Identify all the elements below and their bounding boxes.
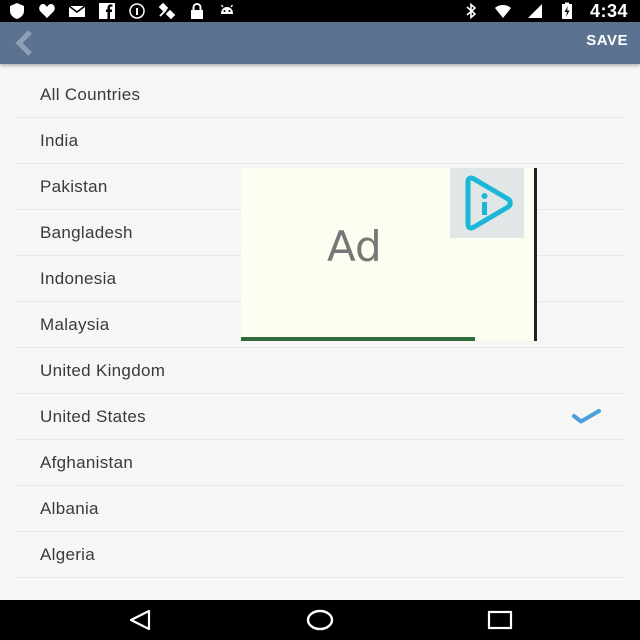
info-circle-icon	[129, 3, 145, 19]
ad-label: Ad	[327, 222, 382, 271]
home-circle-icon	[306, 609, 334, 631]
back-button[interactable]	[10, 28, 40, 58]
country-label: Indonesia	[40, 269, 117, 288]
facebook-icon	[99, 3, 115, 19]
list-item[interactable]: United Kingdom	[16, 348, 624, 394]
shield-icon	[10, 3, 24, 19]
country-label: All Countries	[40, 85, 141, 104]
checkmark-icon	[572, 409, 601, 424]
ad-info-button[interactable]	[450, 168, 524, 238]
list-item[interactable]: Albania	[16, 486, 624, 532]
country-label: Pakistan	[40, 177, 108, 196]
country-label: Algeria	[40, 545, 96, 564]
list-item[interactable]: India	[16, 118, 624, 164]
notification-icons	[8, 0, 236, 22]
android-icon	[220, 4, 234, 14]
nav-home-button[interactable]	[300, 606, 340, 634]
ad-progress-line	[241, 337, 475, 341]
country-label: Afghanistan	[40, 453, 134, 472]
mail-icon	[68, 5, 86, 17]
bluetooth-icon	[466, 2, 477, 20]
recents-square-icon	[487, 610, 513, 630]
nav-recents-button[interactable]	[480, 606, 520, 634]
system-icons: 4:34	[462, 0, 628, 22]
signal-icon	[527, 4, 542, 18]
clock: 4:34	[589, 0, 628, 21]
ad-banner[interactable]: Ad	[241, 168, 537, 341]
action-bar: SAVE	[0, 22, 640, 64]
nav-back-button[interactable]	[120, 606, 160, 634]
satellite-icon	[158, 2, 176, 20]
status-bar: 4:34	[0, 0, 640, 22]
wifi-icon	[494, 5, 511, 18]
battery-icon	[561, 2, 572, 19]
save-button[interactable]: SAVE	[586, 32, 628, 49]
country-label: United States	[40, 407, 146, 426]
list-item[interactable]: All Countries	[16, 72, 624, 118]
heart-icon	[39, 4, 55, 18]
chevron-left-icon	[15, 30, 32, 56]
lock-icon	[191, 2, 203, 19]
list-item[interactable]: Afghanistan	[16, 440, 624, 486]
country-label: Albania	[40, 499, 99, 518]
list-item-selected[interactable]: United States	[16, 394, 624, 440]
country-label: United Kingdom	[40, 361, 166, 380]
back-triangle-icon	[129, 609, 151, 631]
country-label: Bangladesh	[40, 223, 133, 242]
list-item[interactable]: Algeria	[16, 532, 624, 578]
country-label: India	[40, 131, 79, 150]
navigation-bar	[0, 600, 640, 640]
play-info-icon	[465, 175, 513, 231]
country-label: Malaysia	[40, 315, 110, 334]
